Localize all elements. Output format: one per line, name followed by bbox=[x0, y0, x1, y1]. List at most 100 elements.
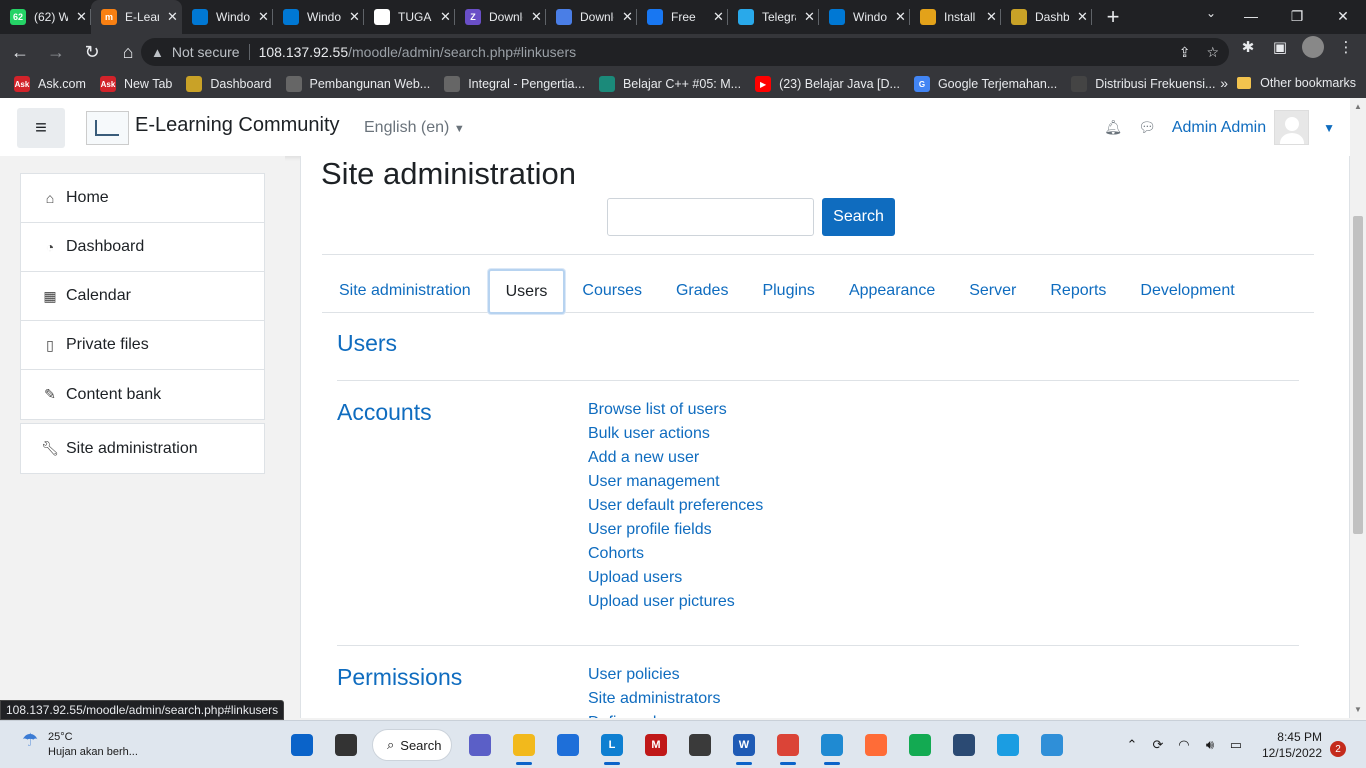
admin-link[interactable]: User management bbox=[588, 470, 763, 494]
scrollbar-thumb[interactable] bbox=[1353, 216, 1363, 534]
admin-link[interactable]: Cohorts bbox=[588, 542, 763, 566]
tab-appearance[interactable]: Appearance bbox=[832, 269, 952, 313]
scroll-down-icon[interactable]: ▼ bbox=[1354, 705, 1362, 714]
wifi-icon[interactable]: ◠ bbox=[1172, 737, 1196, 753]
taskbar-app[interactable] bbox=[946, 727, 982, 763]
taskbar-app[interactable] bbox=[462, 727, 498, 763]
restore-icon[interactable]: ❐ bbox=[1274, 0, 1320, 32]
tab-close-icon[interactable]: ✕ bbox=[986, 9, 997, 25]
browser-tab[interactable]: TUGAS ✕ bbox=[364, 0, 455, 34]
tab-close-icon[interactable]: ✕ bbox=[713, 9, 724, 25]
taskbar-app[interactable] bbox=[682, 727, 718, 763]
tab-grades[interactable]: Grades bbox=[659, 269, 745, 313]
sync-icon[interactable]: ⟳ bbox=[1146, 737, 1170, 753]
menu-kebab-icon[interactable]: ⋮ bbox=[1336, 38, 1356, 56]
drawer-item-home[interactable]: ⌂ Home bbox=[21, 174, 264, 223]
drawer-item-calendar[interactable]: ▦ Calendar bbox=[21, 272, 264, 321]
messages-icon[interactable]: 💬︎ bbox=[1138, 119, 1156, 136]
admin-link[interactable]: Upload users bbox=[588, 566, 763, 590]
bookmarks-overflow-icon[interactable]: » bbox=[1220, 75, 1228, 91]
url-host[interactable]: 108.137.92.55 bbox=[259, 44, 349, 60]
user-name[interactable]: Admin Admin bbox=[1172, 119, 1266, 137]
category-title-accounts[interactable]: Accounts bbox=[337, 399, 432, 426]
admin-link[interactable]: User default preferences bbox=[588, 494, 763, 518]
tab-close-icon[interactable]: ✕ bbox=[349, 9, 360, 25]
user-avatar[interactable] bbox=[1274, 110, 1310, 145]
taskbar-app[interactable] bbox=[814, 727, 850, 765]
browser-tab[interactable]: Z Download ✕ bbox=[455, 0, 546, 34]
taskbar-app[interactable]: M bbox=[638, 727, 674, 763]
drawer-item-dashboard[interactable]: ◔ Dashboard bbox=[21, 223, 264, 272]
chevron-up-icon[interactable]: ⌃ bbox=[1120, 737, 1144, 753]
bookmark-item[interactable]: Ask New Tab bbox=[99, 76, 172, 92]
admin-link[interactable]: Browse list of users bbox=[588, 398, 763, 422]
weather-widget[interactable]: ☂ 25°C Hujan akan berh... bbox=[22, 730, 138, 760]
home-icon[interactable]: ⌂ bbox=[112, 36, 144, 68]
tab-close-icon[interactable]: ✕ bbox=[440, 9, 451, 25]
category-title-permissions[interactable]: Permissions bbox=[337, 664, 462, 691]
site-name[interactable]: E-Learning Community bbox=[135, 114, 340, 137]
taskbar-app[interactable] bbox=[858, 727, 894, 763]
taskbar-app[interactable]: L bbox=[594, 727, 630, 765]
browser-tab[interactable]: Telegram ✕ bbox=[728, 0, 819, 34]
bookmark-item[interactable]: Distribusi Frekuensi... bbox=[1071, 76, 1215, 92]
taskbar-search[interactable]: ⌕ Search bbox=[372, 729, 452, 761]
close-window-icon[interactable]: ✕ bbox=[1320, 0, 1366, 32]
bell-icon[interactable]: 🔔︎ bbox=[1104, 119, 1122, 136]
browser-tab[interactable]: m E-Learning Community ✕ bbox=[91, 0, 182, 34]
address-bar[interactable]: ▲ Not secure 108.137.92.55/moodle/admin/… bbox=[141, 38, 1229, 66]
tab-close-icon[interactable]: ✕ bbox=[622, 9, 633, 25]
tab-search-icon[interactable]: ⌄ bbox=[1206, 6, 1216, 20]
reload-icon[interactable]: ↻ bbox=[76, 36, 108, 68]
drawer-toggle-button[interactable]: ≡ bbox=[17, 108, 65, 148]
bookmark-item[interactable]: Integral - Pengertia... bbox=[444, 76, 585, 92]
admin-link[interactable]: Define roles bbox=[588, 711, 721, 718]
tab-close-icon[interactable]: ✕ bbox=[167, 9, 178, 25]
admin-link[interactable]: Upload user pictures bbox=[588, 590, 763, 614]
tab-close-icon[interactable]: ✕ bbox=[1077, 9, 1088, 25]
tab-development[interactable]: Development bbox=[1123, 269, 1251, 313]
tab-close-icon[interactable]: ✕ bbox=[76, 9, 87, 25]
drawer-item-private-files[interactable]: ▯ Private files bbox=[21, 321, 264, 370]
bookmark-item[interactable]: Ask Ask.com bbox=[14, 76, 86, 92]
language-selector[interactable]: English (en) ▼ bbox=[364, 119, 465, 137]
taskbar-app[interactable] bbox=[990, 727, 1026, 763]
share-icon[interactable]: ⇪ bbox=[1179, 44, 1191, 61]
security-label[interactable]: Not secure bbox=[172, 44, 240, 60]
tab-close-icon[interactable]: ✕ bbox=[531, 9, 542, 25]
admin-link[interactable]: Site administrators bbox=[588, 687, 721, 711]
section-title[interactable]: Users bbox=[337, 330, 397, 357]
forward-icon[interactable]: → bbox=[40, 36, 72, 68]
bookmark-item[interactable]: ▶ (23) Belajar Java [D... bbox=[755, 76, 900, 92]
tab-site-administration[interactable]: Site administration bbox=[322, 269, 488, 313]
admin-link[interactable]: User policies bbox=[588, 663, 721, 687]
back-icon[interactable]: ← bbox=[4, 36, 36, 68]
notification-badge[interactable]: 2 bbox=[1330, 741, 1346, 757]
admin-search-button[interactable]: Search bbox=[822, 198, 895, 236]
tab-close-icon[interactable]: ✕ bbox=[258, 9, 269, 25]
page-scrollbar[interactable]: ▲ ▼ bbox=[1350, 98, 1366, 718]
drawer-item-content-bank[interactable]: ✎ Content bank bbox=[21, 370, 264, 419]
browser-tab[interactable]: Windows ✕ bbox=[819, 0, 910, 34]
admin-link[interactable]: Add a new user bbox=[588, 446, 763, 470]
tab-reports[interactable]: Reports bbox=[1033, 269, 1123, 313]
bookmark-item[interactable]: G Google Terjemahan... bbox=[913, 76, 1057, 92]
browser-tab[interactable]: Free ✕ bbox=[637, 0, 728, 34]
taskbar-app[interactable]: W bbox=[726, 727, 762, 765]
taskbar-app[interactable] bbox=[550, 727, 586, 763]
browser-tab[interactable]: Download ✕ bbox=[546, 0, 637, 34]
extensions-icon[interactable]: ✱ bbox=[1238, 38, 1258, 56]
user-menu-caret-icon[interactable]: ▼ bbox=[1323, 121, 1335, 135]
battery-icon[interactable]: ▭ bbox=[1224, 737, 1248, 753]
browser-tab[interactable]: Windows ✕ bbox=[273, 0, 364, 34]
bookmark-star-icon[interactable]: ☆ bbox=[1206, 44, 1219, 61]
bookmark-item[interactable]: Pembangunan Web... bbox=[285, 76, 430, 92]
scroll-up-icon[interactable]: ▲ bbox=[1354, 102, 1362, 111]
browser-tab[interactable]: 62 (62) WhatsApp ✕ bbox=[0, 0, 91, 34]
side-panel-icon[interactable]: ▣ bbox=[1270, 38, 1290, 56]
tab-courses[interactable]: Courses bbox=[565, 269, 659, 313]
taskbar-app[interactable] bbox=[328, 727, 364, 763]
url-path[interactable]: /moodle/admin/search.php#linkusers bbox=[348, 44, 576, 60]
taskbar-app[interactable] bbox=[506, 727, 542, 765]
new-tab-button[interactable]: + bbox=[1098, 0, 1128, 34]
